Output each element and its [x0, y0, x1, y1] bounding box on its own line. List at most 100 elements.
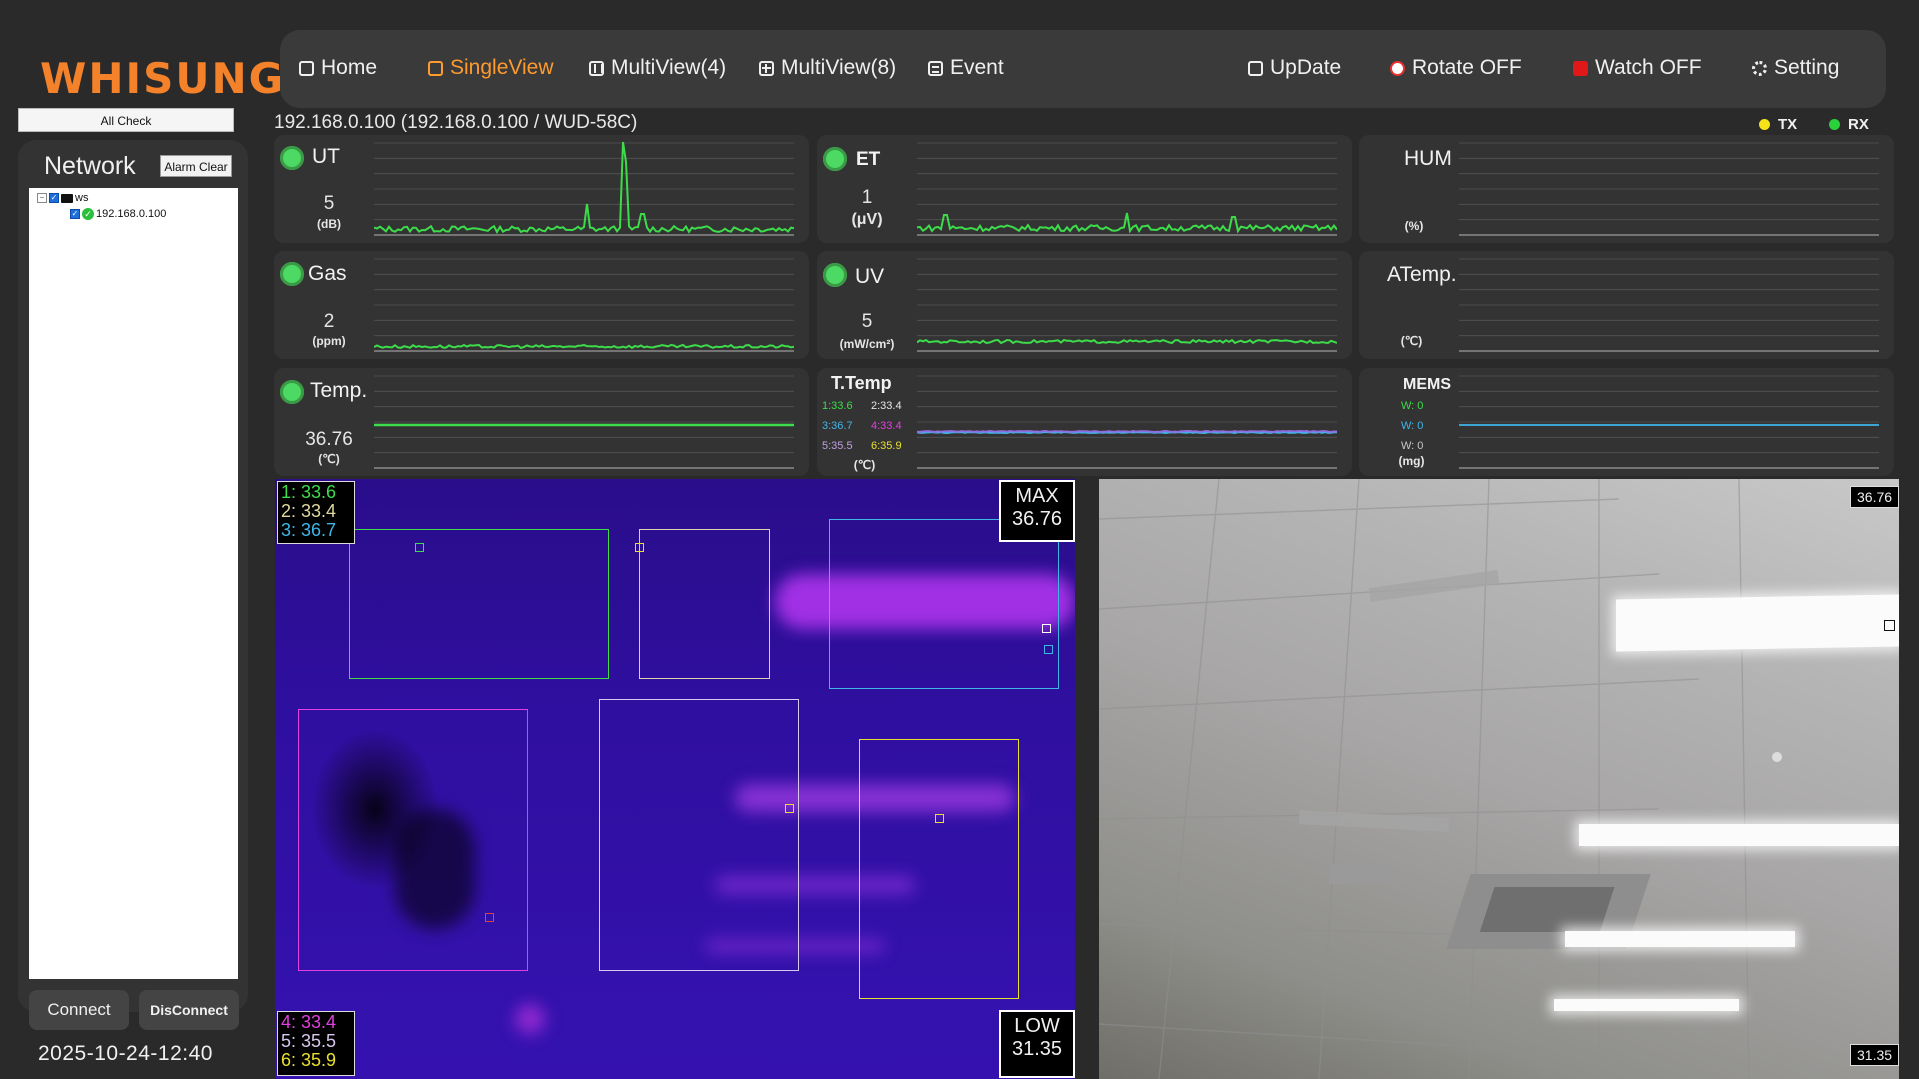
thermal-image-view[interactable]: 1: 33.6 2: 33.4 3: 36.7 4: 33.4 5: 35.5 …	[275, 479, 1075, 1079]
roi-box-1[interactable]	[349, 529, 609, 679]
roi-box-4[interactable]	[298, 709, 528, 971]
panel-uv: UV 5 (mW/cm²)	[817, 251, 1352, 359]
tree-node-label: ws	[75, 192, 89, 204]
watch-toggle[interactable]: Watch OFF	[1573, 56, 1702, 80]
ceiling-light	[1616, 594, 1899, 652]
gear-icon	[1752, 60, 1767, 76]
roi-box-5[interactable]	[599, 699, 799, 971]
hum-name: HUM	[1404, 147, 1452, 170]
tree-node-device[interactable]: ✓ ✓ 192.168.0.100	[70, 208, 166, 220]
atemp-name: ATemp.	[1387, 263, 1457, 286]
connect-button[interactable]: Connect	[29, 990, 129, 1030]
checkbox-device[interactable]: ✓	[70, 209, 80, 219]
temp-graph	[374, 375, 794, 469]
ttemp-name: T.Temp	[831, 373, 892, 393]
tree-node-ws[interactable]: − ✓ ws	[37, 192, 88, 204]
ttemp-reading-4: 4:33.4	[871, 420, 902, 432]
ceiling-vent	[1329, 864, 1389, 884]
update-label: UpDate	[1270, 56, 1342, 79]
multiview4-label: MultiView(4)	[611, 56, 727, 79]
gas-name: Gas	[308, 262, 347, 285]
max-temp-box: MAX 36.76	[999, 480, 1075, 542]
multiview4-tab[interactable]: MultiView(4)	[589, 56, 726, 80]
disconnect-button[interactable]: DisConnect	[139, 990, 239, 1030]
temp-unit: (℃)	[318, 452, 340, 466]
roi-box-2[interactable]	[639, 529, 770, 679]
roi-legend-2: 2: 33.4	[281, 501, 337, 521]
panel-mems: MEMS W: 0 W: 0 W: 0 (mg)	[1359, 368, 1894, 476]
mems-unit: (mg)	[1398, 454, 1425, 468]
checkbox-ws[interactable]: ✓	[49, 193, 59, 203]
panel-ttemp: T.Temp 1:33.6 2:33.4 3:36.7 4:33.4 5:35.…	[817, 368, 1352, 476]
singleview-label: SingleView	[450, 56, 554, 79]
update-button[interactable]: UpDate	[1248, 56, 1341, 80]
roi-marker-2	[635, 543, 644, 552]
roi-legend-5: 5: 35.5	[281, 1031, 337, 1051]
all-check-button[interactable]: All Check	[18, 108, 234, 132]
temp-status-icon	[280, 380, 304, 404]
temp-value: 36.76	[305, 429, 353, 450]
home-button[interactable]: Home	[299, 56, 377, 80]
ttemp-graph	[917, 375, 1337, 469]
device-title: 192.168.0.100 (192.168.0.100 / WUD-58C)	[274, 112, 638, 133]
gas-graph	[374, 258, 794, 352]
ut-name: UT	[312, 145, 340, 168]
event-tab[interactable]: Event	[928, 56, 1004, 80]
event-label: Event	[950, 56, 1004, 79]
rotate-label: Rotate OFF	[1412, 56, 1522, 79]
panel-atemp: ATemp. (℃)	[1359, 251, 1894, 359]
ttemp-reading-3: 3:36.7	[822, 420, 853, 432]
rx-dot-icon	[1829, 119, 1840, 130]
temp-name: Temp.	[310, 379, 368, 402]
roi-legend-6: 6: 35.9	[281, 1050, 337, 1070]
roi-legend-top: 1: 33.6 2: 33.4 3: 36.7	[277, 481, 355, 544]
ceiling-ac-grille	[1479, 887, 1615, 932]
mems-graph	[1459, 375, 1879, 469]
camera-image-view[interactable]: 36.76 31.35	[1099, 479, 1899, 1079]
panel-et: ET 1 (μV)	[817, 135, 1352, 243]
mems-reading-2: W: 0	[1401, 420, 1424, 432]
panel-temp: Temp. 36.76 (℃)	[274, 368, 809, 476]
rotate-toggle[interactable]: Rotate OFF	[1390, 56, 1522, 80]
singleview-tab[interactable]: SingleView	[428, 56, 554, 80]
multiview8-tab[interactable]: MultiView(8)	[759, 56, 896, 80]
ttemp-reading-2: 2:33.4	[871, 400, 902, 412]
network-title: Network	[44, 152, 136, 180]
ut-graph	[374, 141, 794, 236]
multiview4-icon	[589, 60, 604, 76]
multiview8-icon	[759, 60, 774, 76]
camera-max-tag: 36.76	[1850, 486, 1899, 508]
ceiling-light	[1565, 931, 1795, 947]
ttemp-reading-6: 6:35.9	[871, 440, 902, 452]
ut-value: 5	[323, 193, 335, 214]
collapse-icon[interactable]: −	[37, 193, 47, 203]
update-icon	[1248, 60, 1263, 76]
hum-graph	[1459, 142, 1879, 236]
roi-legend-3: 3: 36.7	[281, 520, 337, 540]
setting-button[interactable]: Setting	[1752, 56, 1839, 80]
gas-unit: (ppm)	[312, 334, 346, 348]
roi-marker-4	[485, 913, 494, 922]
roi-box-6[interactable]	[859, 739, 1019, 999]
low-temp-box: LOW 31.35	[999, 1010, 1075, 1078]
roi-box-3[interactable]	[829, 519, 1059, 689]
tx-dot-icon	[1759, 119, 1770, 130]
datetime-display: 2025-10-24-12:40	[38, 1042, 213, 1065]
watch-label: Watch OFF	[1595, 56, 1702, 79]
ttemp-reading-5: 5:35.5	[822, 440, 853, 452]
tx-legend: TX	[1759, 116, 1797, 133]
atemp-unit: (℃)	[1400, 334, 1423, 348]
network-tree[interactable]: − ✓ ws ✓ ✓ 192.168.0.100	[29, 188, 238, 979]
mems-reading-1: W: 0	[1401, 400, 1424, 412]
roi-marker-3	[1044, 645, 1053, 654]
uv-unit: (mW/cm²)	[839, 337, 895, 351]
alarm-clear-button[interactable]: Alarm Clear	[160, 155, 232, 177]
roi-marker-5	[785, 804, 794, 813]
setting-label: Setting	[1774, 56, 1840, 79]
uv-status-icon	[823, 263, 847, 287]
et-value: 1	[861, 187, 873, 208]
hum-unit: (%)	[1404, 219, 1424, 233]
max-marker	[1884, 620, 1895, 631]
low-label: LOW	[1014, 1015, 1060, 1037]
et-status-icon	[823, 147, 847, 171]
